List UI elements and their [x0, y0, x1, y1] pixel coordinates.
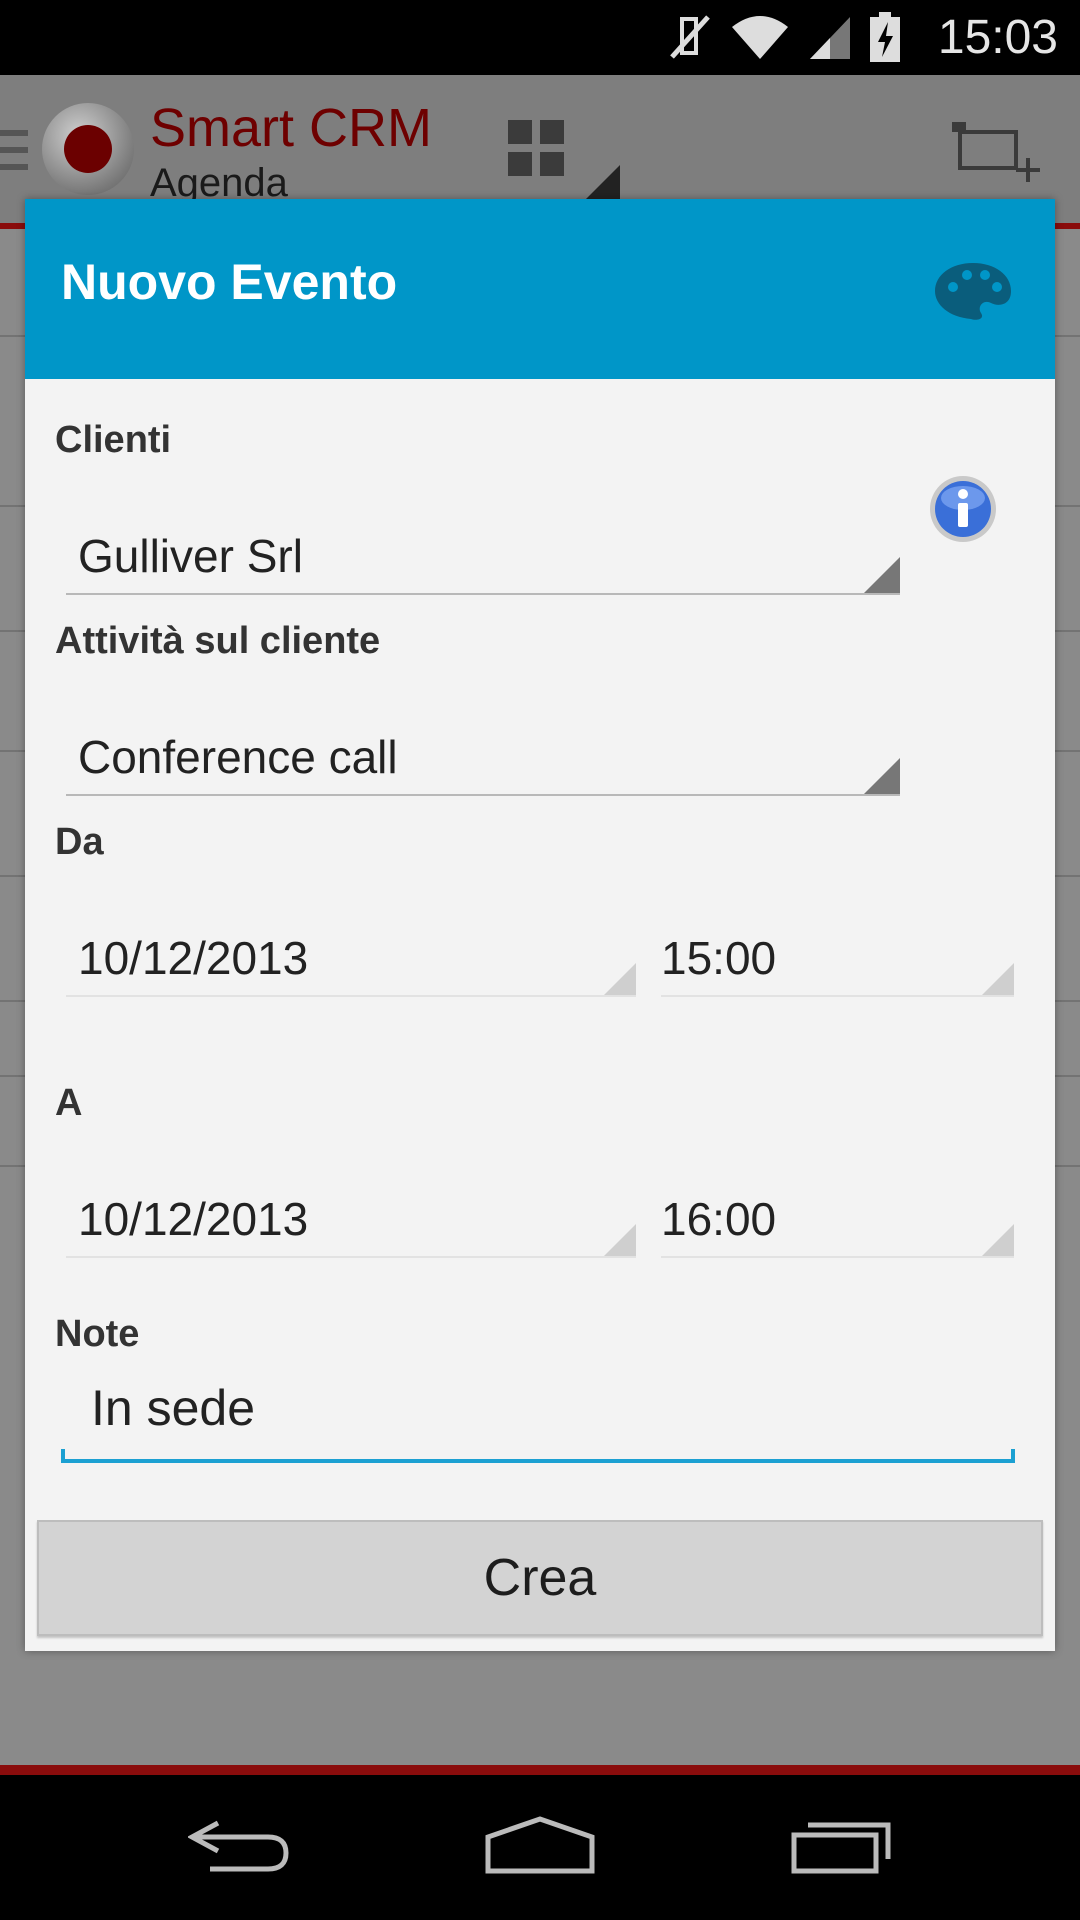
add-event-icon[interactable]: [950, 110, 1040, 190]
back-icon[interactable]: [188, 1815, 292, 1875]
da-date-picker[interactable]: 10/12/2013: [66, 915, 636, 997]
home-icon[interactable]: [484, 1815, 596, 1875]
recents-icon[interactable]: [790, 1815, 894, 1875]
attivita-label: Attività sul cliente: [55, 620, 381, 662]
palette-icon[interactable]: [933, 261, 1013, 321]
dialog-header: Nuovo Evento: [25, 199, 1055, 379]
a-label: A: [55, 1082, 83, 1124]
dialog-title: Nuovo Evento: [61, 254, 398, 310]
navigation-bar: [0, 1775, 1080, 1920]
mute-icon: [670, 15, 710, 59]
menu-icon[interactable]: [0, 120, 28, 180]
da-time-value: 15:00: [661, 932, 777, 984]
a-time-picker[interactable]: 16:00: [661, 1176, 1014, 1258]
status-icons: [668, 12, 900, 62]
spinner-corner-icon: [604, 963, 636, 995]
da-label: Da: [55, 821, 104, 863]
status-bar: 15:03: [0, 0, 1080, 75]
a-date-picker[interactable]: 10/12/2013: [66, 1176, 636, 1258]
a-date-value: 10/12/2013: [78, 1193, 309, 1245]
background-footer-stripe: [0, 1765, 1080, 1775]
da-date-value: 10/12/2013: [78, 932, 309, 984]
signal-icon: [810, 17, 850, 59]
clock: 15:03: [937, 11, 1058, 64]
info-icon[interactable]: [928, 474, 998, 544]
wifi-icon: [732, 16, 788, 59]
battery-charging-icon: [870, 12, 900, 62]
clienti-spinner[interactable]: Gulliver Srl: [66, 513, 900, 595]
da-time-picker[interactable]: 15:00: [661, 915, 1014, 997]
spinner-corner-icon: [864, 758, 900, 794]
grid-icon[interactable]: [508, 120, 564, 176]
clienti-label: Clienti: [55, 419, 172, 461]
spinner-corner-icon: [864, 557, 900, 593]
note-value: In sede: [91, 1380, 256, 1436]
dropdown-corner-icon: [585, 165, 620, 200]
spinner-corner-icon: [982, 1224, 1014, 1256]
a-time-value: 16:00: [661, 1193, 777, 1245]
app-title: Smart CRM: [150, 98, 432, 158]
spinner-corner-icon: [604, 1224, 636, 1256]
attivita-value: Conference call: [78, 731, 398, 783]
spinner-corner-icon: [982, 963, 1014, 995]
note-label: Note: [55, 1313, 140, 1355]
clienti-value: Gulliver Srl: [78, 530, 303, 582]
create-button[interactable]: Crea: [37, 1520, 1043, 1636]
note-input[interactable]: In sede: [61, 1367, 1015, 1463]
new-event-dialog: Nuovo Evento Clienti Gulliver Srl Attivi…: [25, 199, 1055, 1651]
attivita-spinner[interactable]: Conference call: [66, 714, 900, 796]
vodafone-logo: [42, 103, 134, 195]
